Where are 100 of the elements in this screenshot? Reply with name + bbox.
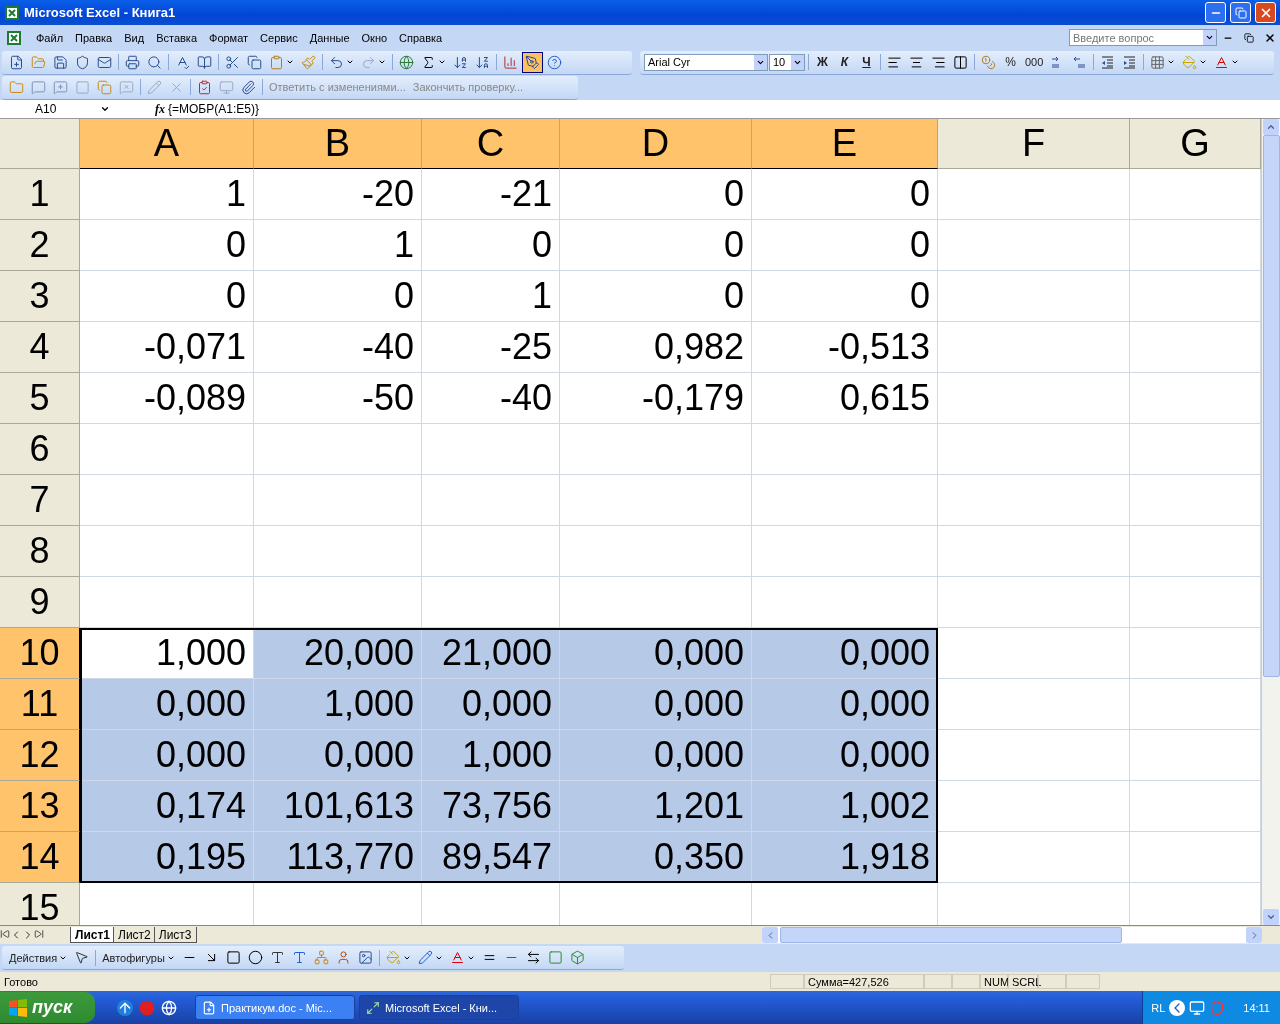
table-cell: 0 (422, 220, 560, 271)
row-header[interactable]: 5 (0, 373, 80, 424)
table-cell: 0,000 (752, 679, 938, 730)
table-cell: -0,089 (80, 373, 254, 424)
table-cell: 0,000 (560, 730, 752, 781)
row-header[interactable]: 8 (0, 526, 80, 577)
question-field[interactable]: Введите вопрос (1069, 29, 1217, 46)
row-header[interactable]: 6 (0, 424, 80, 475)
font-field[interactable]: Arial Cyr (644, 53, 768, 71)
menu-item[interactable]: Вид (118, 29, 151, 46)
table-cell: 0,000 (752, 730, 938, 781)
table-cell: -0,513 (752, 322, 938, 373)
row-header[interactable]: 2 (0, 220, 80, 271)
column-header[interactable]: F (938, 119, 1130, 169)
table-cell: 1,201 (560, 781, 752, 832)
menu-item[interactable]: Данные (303, 29, 356, 46)
percent-button[interactable]: % (1000, 51, 1021, 73)
status-text: Готово (4, 975, 39, 988)
table-cell: -25 (422, 322, 560, 373)
table-cell: 1 (254, 220, 422, 271)
sheet-tab[interactable]: Лист2 (113, 927, 156, 943)
table-cell: 0 (80, 271, 254, 322)
table-cell: 0 (560, 169, 752, 220)
table-cell: -0,071 (80, 322, 254, 373)
table-cell: 0,174 (80, 781, 254, 832)
formula-field[interactable]: {=МОБР(A1:E5)} (168, 102, 259, 116)
table-cell: 1 (422, 271, 560, 322)
row-header[interactable]: 13 (0, 781, 80, 832)
table-cell: 20,000 (254, 628, 422, 679)
column-header[interactable]: G (1130, 119, 1261, 169)
menu-item[interactable]: Справка (393, 29, 449, 46)
table-cell: -40 (422, 373, 560, 424)
row-header[interactable]: 7 (0, 475, 80, 526)
menu-item[interactable]: Сервис (254, 29, 304, 46)
taskbar-button[interactable]: Практикум.doc - Mic... (195, 995, 355, 1020)
table-cell: -0,179 (560, 373, 752, 424)
table-cell: 0,000 (422, 679, 560, 730)
column-header[interactable]: B (254, 119, 422, 169)
row-header[interactable]: 3 (0, 271, 80, 322)
italic-button[interactable]: К (834, 51, 855, 73)
clock: 14:11 (1243, 1001, 1270, 1014)
table-cell: 1 (80, 169, 254, 220)
table-cell: 0 (752, 220, 938, 271)
row-header[interactable]: 4 (0, 322, 80, 373)
table-cell: 1,002 (752, 781, 938, 832)
row-header[interactable]: 12 (0, 730, 80, 781)
table-cell: 0,000 (752, 628, 938, 679)
bold-button[interactable]: Ж (812, 51, 833, 73)
menu-item[interactable]: Окно (355, 29, 394, 46)
table-cell: 0 (254, 271, 422, 322)
row-header[interactable]: 1 (0, 169, 80, 220)
taskbar-button[interactable]: Microsoft Excel - Кни... (359, 995, 519, 1020)
table-cell: 1,000 (254, 679, 422, 730)
autoshapes-button[interactable]: Автофигуры (99, 947, 178, 968)
table-cell: 113,770 (254, 832, 422, 883)
column-header[interactable]: E (752, 119, 938, 169)
menu-item[interactable]: Формат (203, 29, 255, 46)
table-cell: 0 (560, 220, 752, 271)
sheet-tab[interactable]: Лист3 (153, 927, 197, 943)
table-cell: 0 (752, 271, 938, 322)
table-cell: -20 (254, 169, 422, 220)
name-box[interactable]: A10 (0, 101, 110, 117)
window-title: Microsoft Excel - Книга1 (24, 5, 177, 20)
table-cell: 0,982 (560, 322, 752, 373)
row-header[interactable]: 9 (0, 577, 80, 628)
table-cell: 0,195 (80, 832, 254, 883)
underline-button[interactable]: Ч (856, 51, 877, 73)
table-cell: 0,000 (560, 628, 752, 679)
thousands-button[interactable]: 000 (1022, 51, 1047, 73)
row-header[interactable]: 15 (0, 883, 80, 925)
table-cell: 89,547 (422, 832, 560, 883)
column-header[interactable]: D (560, 119, 752, 169)
table-cell: 1,000 (80, 628, 254, 679)
start-button[interactable]: пуск (0, 992, 95, 1023)
table-cell: 0,000 (80, 679, 254, 730)
table-cell: 21,000 (422, 628, 560, 679)
table-cell: 0,000 (560, 679, 752, 730)
menu-item[interactable]: Правка (69, 29, 119, 46)
column-header[interactable]: A (80, 119, 254, 169)
table-cell: -40 (254, 322, 422, 373)
menu-item[interactable]: Файл (30, 29, 70, 46)
column-header[interactable]: C (422, 119, 560, 169)
sheet-tab[interactable]: Лист1 (70, 927, 116, 943)
menu-item[interactable]: Вставка (150, 29, 203, 46)
table-cell: 0 (80, 220, 254, 271)
row-header[interactable]: 14 (0, 832, 80, 883)
actions-button[interactable]: Действия (6, 947, 71, 968)
table-cell: 1,000 (422, 730, 560, 781)
table-cell: 101,613 (254, 781, 422, 832)
status-indicator: NUM (980, 974, 1008, 989)
table-cell: 0,350 (560, 832, 752, 883)
sum-readout: Сумма=427,526 (804, 974, 924, 989)
table-cell: 0,615 (752, 373, 938, 424)
language-indicator[interactable]: RL (1151, 1001, 1166, 1014)
row-header[interactable]: 10 (0, 628, 80, 679)
table-cell: 0 (560, 271, 752, 322)
fx-label[interactable]: fx (155, 101, 165, 117)
font-size-field[interactable]: 10 (769, 53, 805, 71)
table-cell: -50 (254, 373, 422, 424)
row-header[interactable]: 11 (0, 679, 80, 730)
